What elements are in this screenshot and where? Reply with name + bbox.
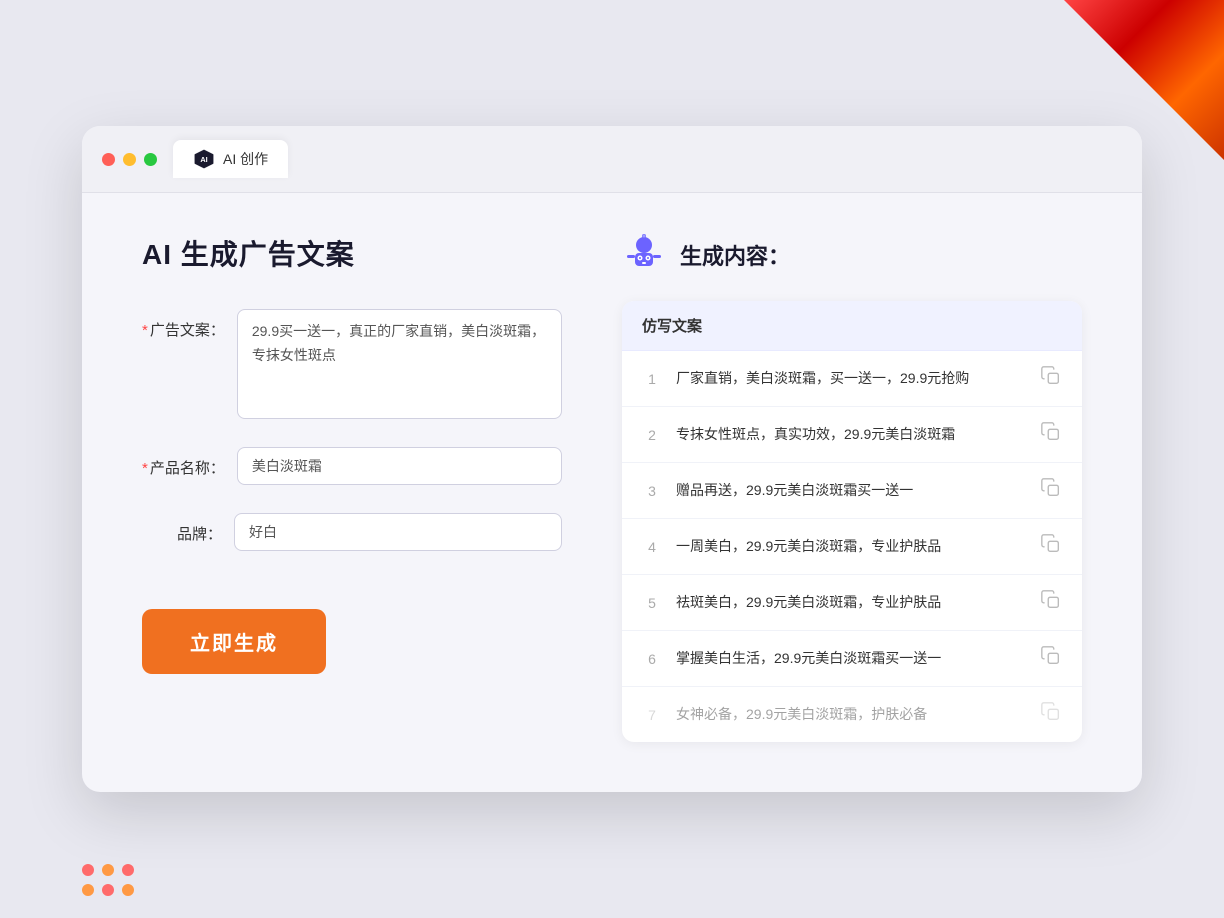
result-row: 4 一周美白，29.9元美白淡斑霜，专业护肤品 bbox=[622, 519, 1082, 575]
svg-text:AI: AI bbox=[200, 155, 207, 164]
result-text: 厂家直销，美白淡斑霜，买一送一，29.9元抢购 bbox=[676, 368, 1026, 389]
result-row: 1 厂家直销，美白淡斑霜，买一送一，29.9元抢购 bbox=[622, 351, 1082, 407]
result-text: 女神必备，29.9元美白淡斑霜，护肤必备 bbox=[676, 704, 1026, 725]
dot bbox=[122, 864, 134, 876]
generate-button[interactable]: 立即生成 bbox=[142, 609, 326, 674]
required-star: * bbox=[142, 322, 148, 339]
result-number: 3 bbox=[642, 483, 662, 499]
result-row: 3 赠品再送，29.9元美白淡斑霜买一送一 bbox=[622, 463, 1082, 519]
product-name-input[interactable] bbox=[237, 447, 562, 485]
left-panel: AI 生成广告文案 *广告文案： *产品名称： 品牌： 立 bbox=[142, 233, 562, 742]
browser-content: AI 生成广告文案 *广告文案： *产品名称： 品牌： 立 bbox=[82, 193, 1142, 792]
copy-icon[interactable] bbox=[1040, 589, 1062, 616]
product-name-group: *产品名称： bbox=[142, 447, 562, 485]
ad-copy-textarea[interactable] bbox=[237, 309, 562, 419]
ad-copy-group: *广告文案： bbox=[142, 309, 562, 419]
required-star-2: * bbox=[142, 460, 148, 477]
copy-icon[interactable] bbox=[1040, 645, 1062, 672]
results-table: 仿写文案 1 厂家直销，美白淡斑霜，买一送一，29.9元抢购 2 专抹女性斑点，真实… bbox=[622, 301, 1082, 742]
result-number: 1 bbox=[642, 371, 662, 387]
browser-tab[interactable]: AI AI 创作 bbox=[173, 140, 288, 178]
brand-label: 品牌： bbox=[142, 513, 222, 544]
traffic-lights bbox=[102, 153, 157, 166]
dot bbox=[122, 884, 134, 896]
right-panel-title: 生成内容： bbox=[680, 239, 790, 271]
results-rows: 1 厂家直销，美白淡斑霜，买一送一，29.9元抢购 2 专抹女性斑点，真实功效，29… bbox=[622, 351, 1082, 742]
product-name-label: *产品名称： bbox=[142, 447, 225, 478]
browser-window: AI AI 创作 AI 生成广告文案 *广告文案： *产品名称： bbox=[82, 126, 1142, 792]
brand-group: 品牌： bbox=[142, 513, 562, 551]
ai-tab-icon: AI bbox=[193, 148, 215, 170]
dot bbox=[102, 864, 114, 876]
result-number: 6 bbox=[642, 651, 662, 667]
results-table-header: 仿写文案 bbox=[622, 301, 1082, 351]
copy-icon[interactable] bbox=[1040, 477, 1062, 504]
page-title: AI 生成广告文案 bbox=[142, 233, 562, 273]
result-row: 5 祛斑美白，29.9元美白淡斑霜，专业护肤品 bbox=[622, 575, 1082, 631]
tab-label: AI 创作 bbox=[223, 149, 268, 169]
result-text: 祛斑美白，29.9元美白淡斑霜，专业护肤品 bbox=[676, 592, 1026, 613]
result-row: 2 专抹女性斑点，真实功效，29.9元美白淡斑霜 bbox=[622, 407, 1082, 463]
ad-copy-label: *广告文案： bbox=[142, 309, 225, 340]
traffic-light-green[interactable] bbox=[144, 153, 157, 166]
traffic-light-yellow[interactable] bbox=[123, 153, 136, 166]
browser-titlebar: AI AI 创作 bbox=[82, 126, 1142, 193]
result-number: 5 bbox=[642, 595, 662, 611]
result-number: 4 bbox=[642, 539, 662, 555]
result-text: 赠品再送，29.9元美白淡斑霜买一送一 bbox=[676, 480, 1026, 501]
result-text: 掌握美白生活，29.9元美白淡斑霜买一送一 bbox=[676, 648, 1026, 669]
brand-input[interactable] bbox=[234, 513, 562, 551]
copy-icon[interactable] bbox=[1040, 365, 1062, 392]
result-row: 6 掌握美白生活，29.9元美白淡斑霜买一送一 bbox=[622, 631, 1082, 687]
right-header: 生成内容： bbox=[622, 233, 1082, 277]
right-panel: 生成内容： 仿写文案 1 厂家直销，美白淡斑霜，买一送一，29.9元抢购 2 专抹女… bbox=[622, 233, 1082, 742]
copy-icon[interactable] bbox=[1040, 533, 1062, 560]
dot bbox=[82, 884, 94, 896]
bg-decoration-bottom-left bbox=[80, 862, 140, 898]
result-number: 2 bbox=[642, 427, 662, 443]
result-number: 7 bbox=[642, 707, 662, 723]
result-text: 一周美白，29.9元美白淡斑霜，专业护肤品 bbox=[676, 536, 1026, 557]
robot-icon bbox=[622, 233, 666, 277]
result-text: 专抹女性斑点，真实功效，29.9元美白淡斑霜 bbox=[676, 424, 1026, 445]
result-row: 7 女神必备，29.9元美白淡斑霜，护肤必备 bbox=[622, 687, 1082, 742]
copy-icon[interactable] bbox=[1040, 701, 1062, 728]
copy-icon[interactable] bbox=[1040, 421, 1062, 448]
dot bbox=[82, 864, 94, 876]
traffic-light-red[interactable] bbox=[102, 153, 115, 166]
dot bbox=[102, 884, 114, 896]
